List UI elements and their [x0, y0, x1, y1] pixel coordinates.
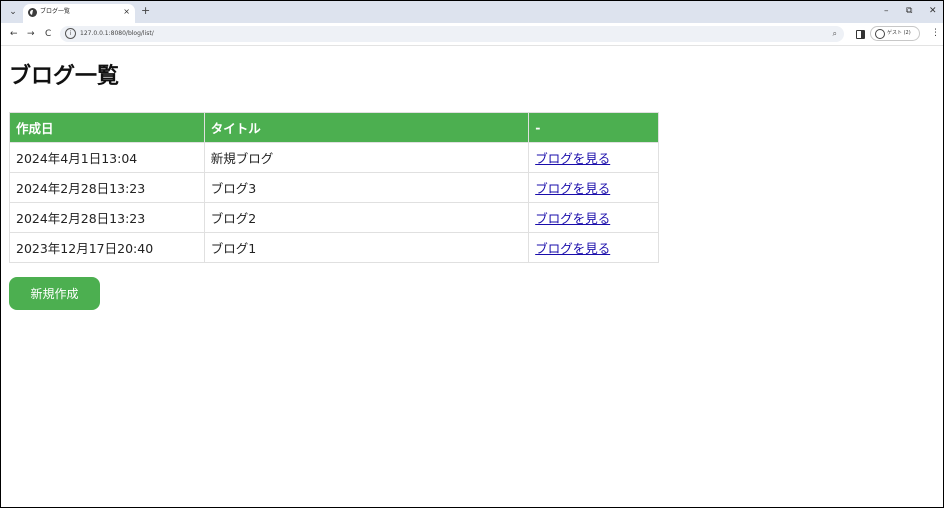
cell-title: ブログ1	[203, 232, 530, 263]
tab-title: ブログ一覧	[40, 8, 71, 15]
tab-strip: ⌄ ブログ一覧 × + – ⧉ ✕	[1, 1, 943, 23]
cell-date: 2024年2月28日13:23	[9, 172, 205, 203]
header-action: -	[528, 112, 659, 143]
create-new-button[interactable]: 新規作成	[9, 277, 100, 310]
view-blog-link[interactable]: ブログを見る	[535, 211, 610, 226]
restore-button[interactable]: ⧉	[906, 4, 912, 18]
view-blog-link[interactable]: ブログを見る	[535, 241, 610, 256]
site-info-icon[interactable]: i	[65, 28, 76, 39]
table-row: 2023年12月17日20:40 ブログ1 ブログを見る	[9, 232, 659, 263]
view-blog-link[interactable]: ブログを見る	[535, 151, 610, 166]
browser-toolbar: ← → C i 127.0.0.1:8080/blog/list/ ⌕ ゲスト …	[1, 23, 943, 46]
globe-icon	[28, 8, 37, 17]
view-blog-link[interactable]: ブログを見る	[535, 181, 610, 196]
table-row: 2024年2月28日13:23 ブログ2 ブログを見る	[9, 202, 659, 233]
cell-date: 2024年4月1日13:04	[9, 142, 205, 173]
back-button[interactable]: ←	[10, 27, 18, 41]
side-panel-icon[interactable]	[856, 30, 865, 39]
header-created-date: 作成日	[9, 112, 205, 143]
zoom-icon[interactable]: ⌕	[833, 27, 837, 41]
cell-title: 新規ブログ	[203, 142, 530, 173]
page-title: ブログ一覧	[9, 64, 120, 89]
cell-date: 2023年12月17日20:40	[9, 232, 205, 263]
minimize-button[interactable]: –	[884, 4, 889, 18]
forward-button[interactable]: →	[27, 27, 35, 41]
tab-active[interactable]: ブログ一覧 ×	[23, 4, 135, 23]
new-tab-button[interactable]: +	[141, 4, 150, 18]
table-row: 2024年4月1日13:04 新規ブログ ブログを見る	[9, 142, 659, 173]
cell-title: ブログ3	[203, 172, 530, 203]
avatar-icon	[875, 29, 885, 39]
blog-table: 作成日 タイトル - 2024年4月1日13:04 新規ブログ ブログを見る 2…	[9, 112, 659, 263]
table-header-row: 作成日 タイトル -	[9, 112, 659, 143]
table-row: 2024年2月28日13:23 ブログ3 ブログを見る	[9, 172, 659, 203]
url-text[interactable]: 127.0.0.1:8080/blog/list/	[80, 26, 154, 42]
cell-action: ブログを見る	[528, 232, 659, 263]
reload-button[interactable]: C	[45, 27, 51, 41]
header-title: タイトル	[203, 112, 530, 143]
tab-search-icon[interactable]: ⌄	[6, 5, 20, 19]
cell-action: ブログを見る	[528, 202, 659, 233]
address-bar[interactable]: i 127.0.0.1:8080/blog/list/ ⌕	[60, 26, 844, 42]
cell-action: ブログを見る	[528, 142, 659, 173]
browser-window: ⌄ ブログ一覧 × + – ⧉ ✕ ← → C i 127.0.0.1:8080…	[0, 0, 944, 508]
close-window-button[interactable]: ✕	[929, 4, 937, 18]
cell-action: ブログを見る	[528, 172, 659, 203]
profile-button[interactable]: ゲスト (2)	[870, 26, 920, 41]
cell-date: 2024年2月28日13:23	[9, 202, 205, 233]
menu-icon[interactable]: ⋮	[931, 26, 940, 40]
cell-title: ブログ2	[203, 202, 530, 233]
profile-label: ゲスト (2)	[887, 30, 911, 36]
close-tab-icon[interactable]: ×	[123, 6, 130, 18]
